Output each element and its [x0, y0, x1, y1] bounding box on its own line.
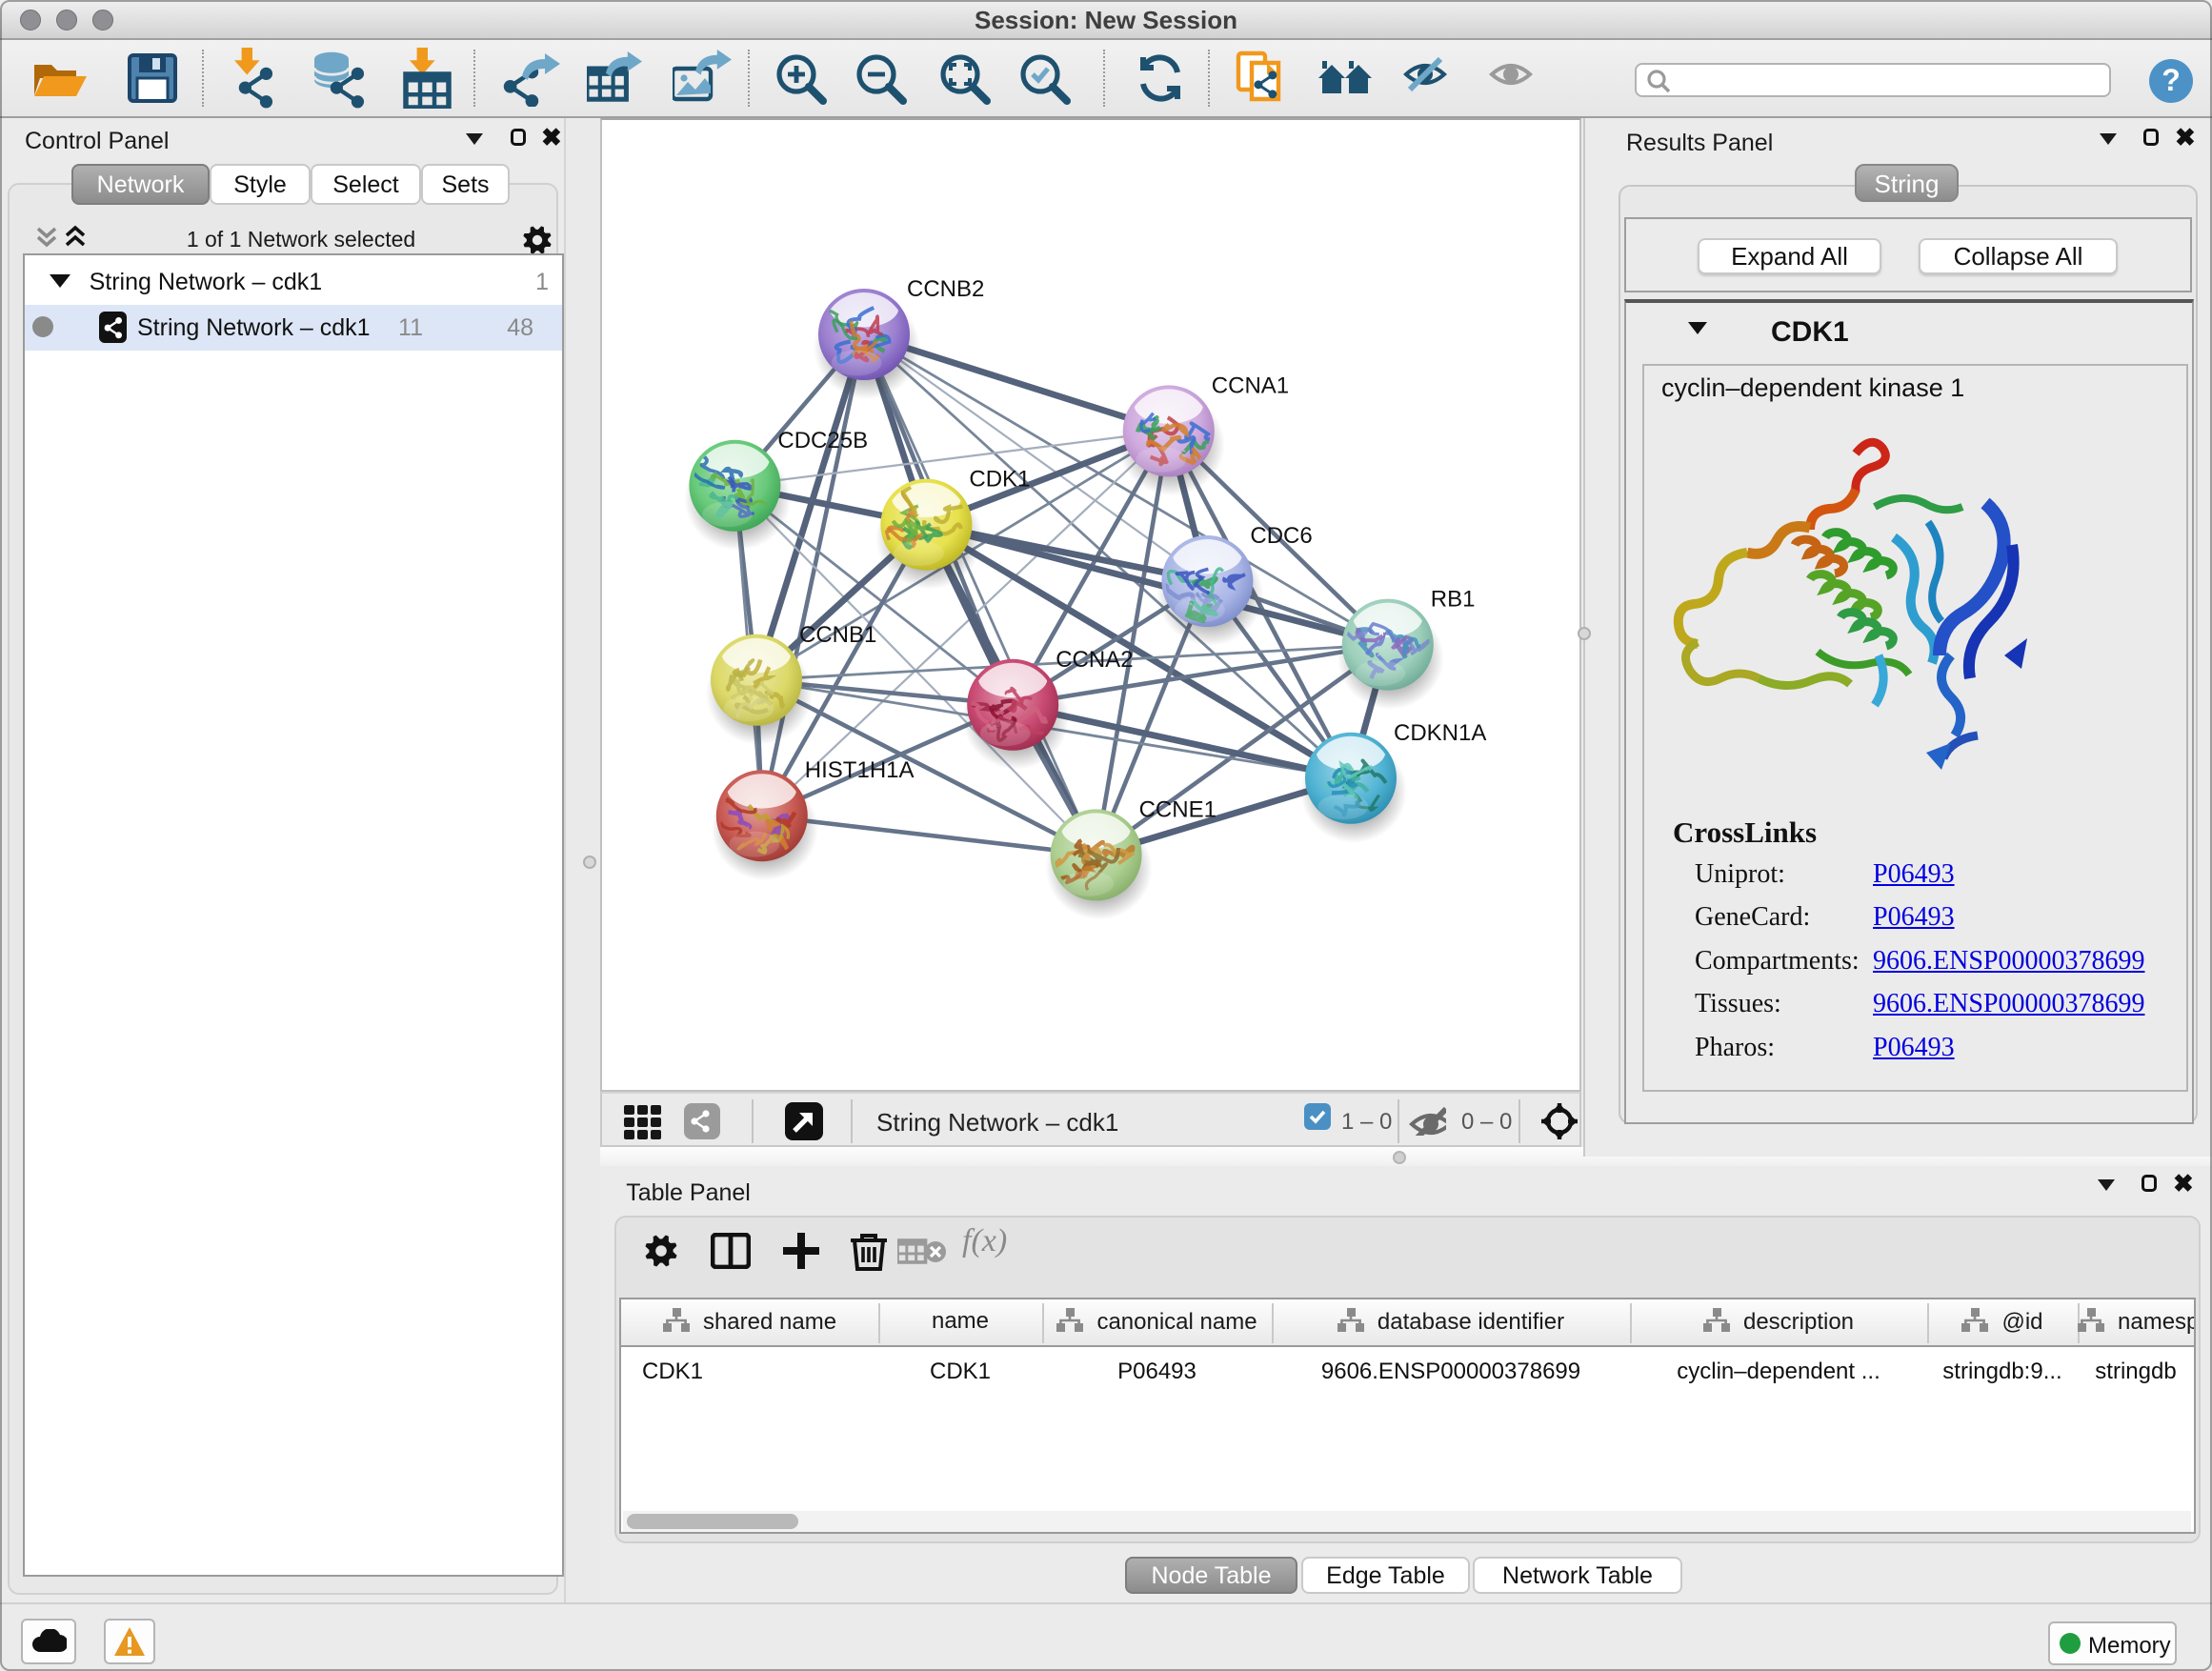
svg-text:CDC6: CDC6	[1250, 523, 1312, 549]
svg-text:HIST1H1A: HIST1H1A	[805, 757, 915, 783]
svg-text:CCNE1: CCNE1	[1139, 796, 1217, 822]
svg-text:CDKN1A: CDKN1A	[1394, 720, 1486, 746]
svg-text:RB1: RB1	[1431, 587, 1476, 613]
svg-text:CDC25B: CDC25B	[777, 428, 868, 453]
svg-text:CDK1: CDK1	[969, 467, 1030, 493]
svg-text:CCNB2: CCNB2	[907, 276, 984, 302]
svg-text:CCNB1: CCNB1	[799, 622, 876, 648]
svg-text:CCNA1: CCNA1	[1212, 372, 1289, 398]
svg-text:CCNA2: CCNA2	[1056, 647, 1133, 673]
